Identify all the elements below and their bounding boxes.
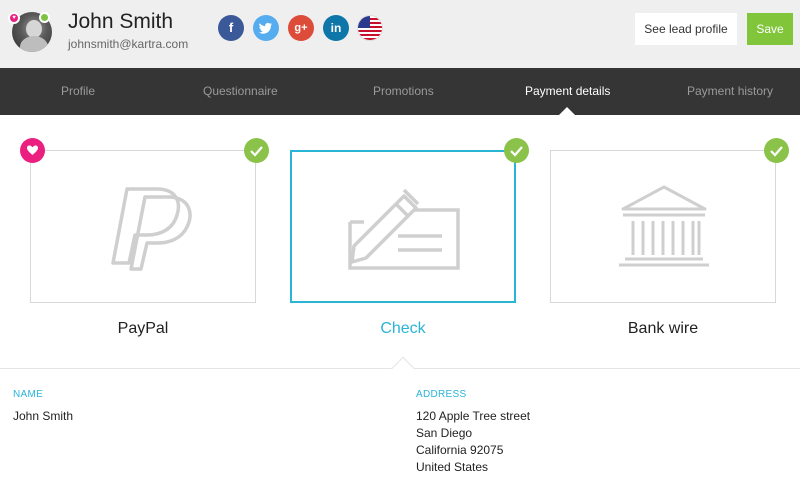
- twitter-icon[interactable]: [253, 15, 279, 41]
- linkedin-icon[interactable]: in: [323, 15, 349, 41]
- active-tab-indicator: [559, 107, 575, 115]
- favorite-heart-icon: ♥: [8, 12, 20, 24]
- verified-check-icon: [504, 138, 529, 163]
- verified-check-icon: [764, 138, 789, 163]
- name-label: NAME: [13, 389, 44, 400]
- facebook-icon[interactable]: f: [218, 15, 244, 41]
- address-line-1: 120 Apple Tree street: [416, 409, 531, 423]
- us-flag-icon[interactable]: [357, 15, 383, 41]
- address-label: ADDRESS: [416, 389, 467, 400]
- user-email: johnsmith@kartra.com: [68, 37, 189, 51]
- check-card[interactable]: [290, 150, 516, 303]
- see-lead-profile-button[interactable]: See lead profile: [635, 13, 737, 45]
- avatar-body: [20, 36, 48, 52]
- address-line-2: San Diego: [416, 426, 473, 440]
- address-line-4: United States: [416, 460, 489, 474]
- user-name: John Smith: [68, 10, 174, 33]
- verified-check-icon: [244, 138, 269, 163]
- bank-wire-card[interactable]: [550, 150, 776, 303]
- tab-payment-history[interactable]: Payment history: [687, 68, 773, 115]
- bank-icon: [619, 185, 709, 267]
- tab-promotions[interactable]: Promotions: [373, 68, 434, 115]
- google-plus-icon[interactable]: g+: [288, 15, 314, 41]
- online-status-icon: [39, 12, 50, 23]
- selected-method-indicator: [391, 356, 415, 380]
- paypal-label: PayPal: [117, 320, 169, 337]
- name-value: John Smith: [13, 409, 74, 423]
- address-line-3: California 92075: [416, 443, 504, 457]
- tab-profile[interactable]: Profile: [61, 68, 95, 115]
- check-label: Check: [380, 320, 426, 337]
- save-button[interactable]: Save: [747, 13, 793, 45]
- tab-bar: Profile Questionnaire Promotions Payment…: [0, 68, 800, 115]
- paypal-icon: [111, 187, 192, 271]
- paypal-card[interactable]: [30, 150, 256, 303]
- tab-questionnaire[interactable]: Questionnaire: [203, 68, 278, 115]
- check-icon: [348, 188, 460, 270]
- header: ♥ John Smith johnsmith@kartra.com f g+ i…: [0, 0, 800, 68]
- favorite-heart-icon: [20, 138, 45, 163]
- bank-wire-label: Bank wire: [627, 320, 699, 337]
